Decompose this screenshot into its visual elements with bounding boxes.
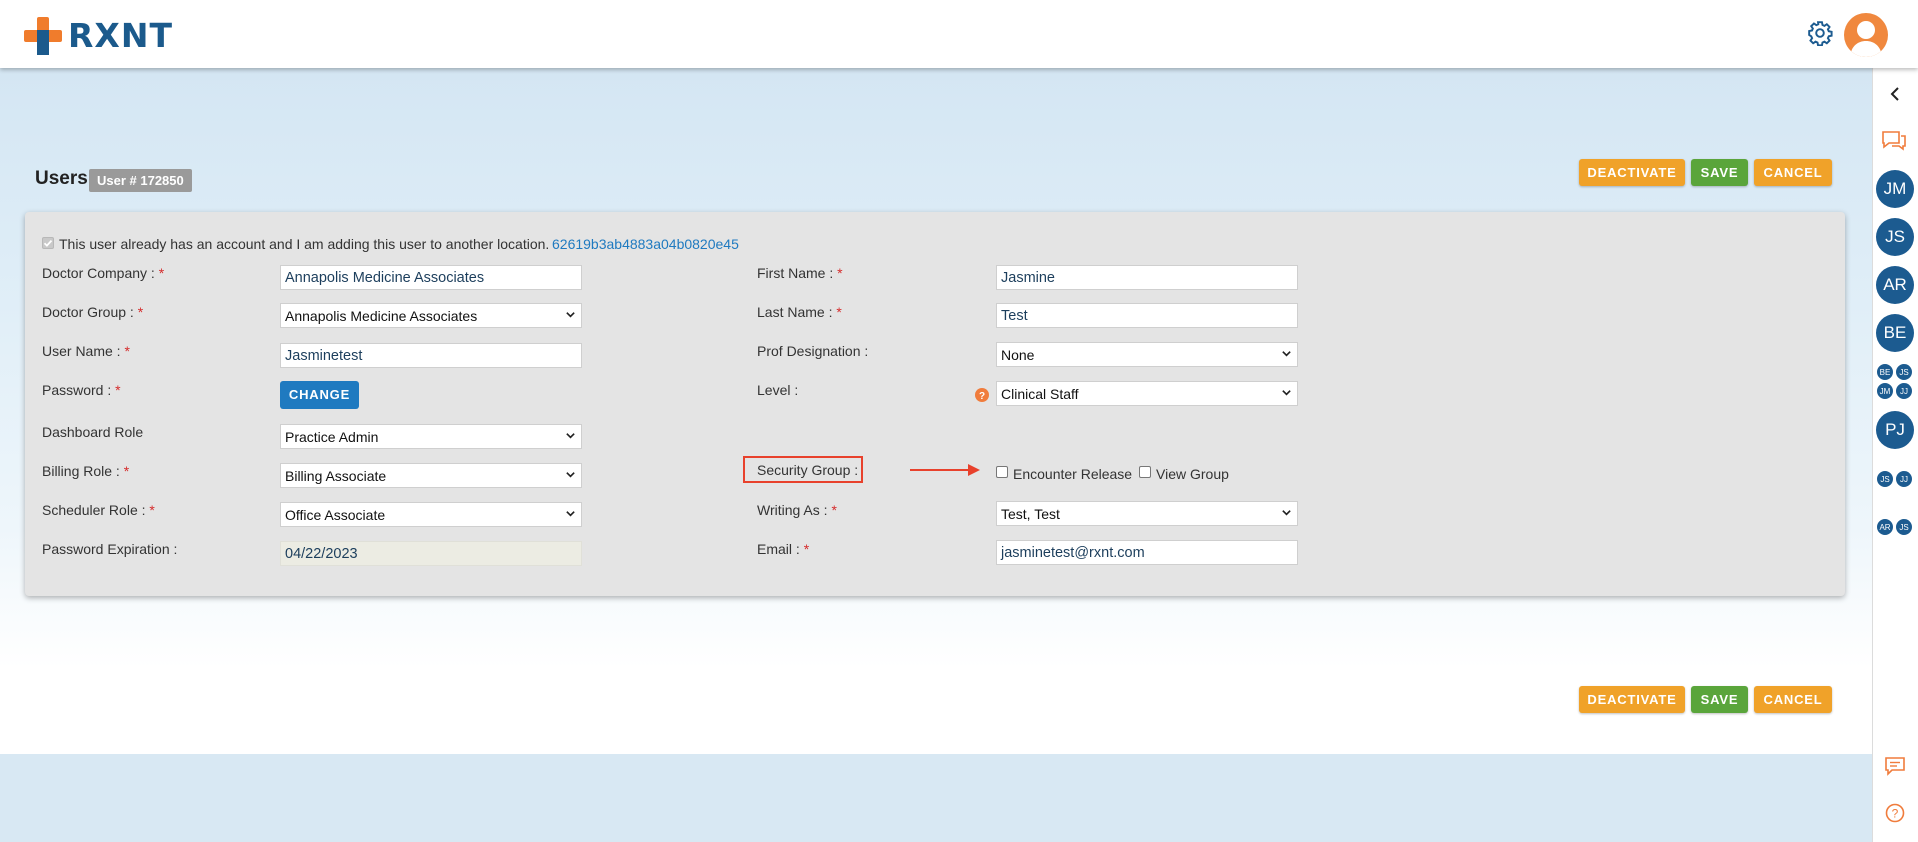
scheduler-role-label: Scheduler Role : * — [42, 502, 155, 518]
last-name-field[interactable]: Test — [996, 303, 1298, 328]
annotation-arrow-icon — [910, 464, 980, 476]
svg-text:?: ? — [1892, 807, 1899, 821]
rxnt-logo[interactable]: RXNT — [24, 16, 173, 55]
deactivate-button-top[interactable]: DEACTIVATE — [1579, 159, 1685, 186]
chevron-down-icon — [1282, 510, 1291, 516]
dashboard-role-label: Dashboard Role — [42, 424, 144, 440]
last-name-label: Last Name : * — [757, 304, 842, 320]
rail-avatar-js[interactable]: JS — [1876, 218, 1914, 256]
group-member-jj: JJ — [1895, 382, 1913, 400]
password-expiration-label: Password Expiration : — [42, 541, 178, 557]
level-label: Level : — [757, 382, 799, 398]
rail-avatar-pj[interactable]: PJ — [1876, 411, 1914, 449]
dashboard-role-value: Practice Admin — [285, 429, 379, 445]
group-member-jm: JM — [1876, 382, 1894, 400]
email-field[interactable]: jasminetest@rxnt.com — [996, 540, 1298, 565]
email-label: Email : * — [757, 541, 810, 557]
footer-area — [0, 754, 1872, 842]
avatar-person-icon — [1850, 21, 1882, 57]
user-number-badge: User # 172850 — [89, 169, 192, 192]
billing-role-value: Billing Associate — [285, 468, 387, 484]
rail-group-avatar-1[interactable]: BE JS JM JJ — [1876, 363, 1914, 401]
view-group-label: View Group — [1156, 466, 1229, 482]
first-name-field[interactable]: Jasmine — [996, 265, 1298, 290]
group-member-jj: JJ — [1895, 470, 1913, 488]
deactivate-button-bottom[interactable]: DEACTIVATE — [1579, 686, 1685, 713]
chevron-down-icon — [1282, 390, 1291, 396]
dashboard-role-select[interactable]: Practice Admin — [280, 424, 582, 449]
group-member-be: BE — [1876, 363, 1894, 381]
doctor-company-field[interactable]: Annapolis Medicine Associates — [280, 265, 582, 290]
writing-as-value: Test, Test — [1001, 506, 1060, 522]
billing-role-label: Billing Role : * — [42, 463, 130, 479]
group-member-js: JS — [1895, 518, 1913, 536]
group-member-js: JS — [1895, 363, 1913, 381]
page-title: Users — [35, 168, 88, 189]
prof-designation-select[interactable]: None — [996, 342, 1298, 367]
help-circle-icon[interactable]: ? — [1885, 803, 1905, 823]
svg-text:?: ? — [979, 391, 985, 402]
chat-bubbles-icon[interactable] — [1881, 130, 1907, 152]
prof-designation-value: None — [1001, 347, 1035, 363]
password-label: Password : * — [42, 382, 121, 398]
chevron-down-icon — [566, 511, 575, 517]
top-header: RXNT — [0, 0, 1918, 68]
chevron-down-icon — [566, 472, 575, 478]
password-expiration-field: 04/22/2023 — [280, 541, 582, 566]
level-value: Clinical Staff — [1001, 386, 1079, 402]
checkmark-icon — [43, 239, 53, 247]
rail-avatar-ar[interactable]: AR — [1876, 266, 1914, 304]
message-icon[interactable] — [1884, 756, 1906, 776]
doctor-group-value: Annapolis Medicine Associates — [285, 308, 478, 324]
logo-cross-icon — [24, 16, 62, 55]
chevron-down-icon — [566, 312, 575, 318]
prof-designation-label: Prof Designation : — [757, 343, 869, 359]
change-password-button[interactable]: CHANGE — [280, 381, 359, 409]
rail-group-avatar-2[interactable]: JS JJ — [1876, 470, 1914, 488]
writing-as-label: Writing As : * — [757, 502, 837, 518]
help-question-icon[interactable]: ? — [975, 388, 989, 402]
chevron-down-icon — [1282, 351, 1291, 357]
user-name-label: User Name : * — [42, 343, 130, 359]
rail-group-avatar-3[interactable]: AR JS — [1876, 518, 1914, 536]
cancel-button-top[interactable]: CANCEL — [1754, 159, 1832, 186]
level-select[interactable]: Clinical Staff — [996, 381, 1298, 406]
doctor-group-select[interactable]: Annapolis Medicine Associates — [280, 303, 582, 328]
existing-account-text: This user already has an account and I a… — [59, 236, 550, 252]
cancel-button-bottom[interactable]: CANCEL — [1754, 686, 1832, 713]
doctor-company-label: Doctor Company : * — [42, 265, 165, 281]
logo-text: RXNT — [68, 16, 173, 55]
group-member-ar: AR — [1876, 518, 1894, 536]
rail-avatar-be[interactable]: BE — [1876, 314, 1914, 352]
user-name-field[interactable]: Jasminetest — [280, 343, 582, 368]
settings-gear-icon[interactable] — [1807, 20, 1833, 46]
encounter-release-checkbox[interactable] — [996, 466, 1008, 478]
user-avatar[interactable] — [1844, 13, 1888, 57]
writing-as-select[interactable]: Test, Test — [996, 501, 1298, 526]
billing-role-select[interactable]: Billing Associate — [280, 463, 582, 488]
existing-account-id-link[interactable]: 62619b3ab4883a04b0820e45 — [552, 236, 739, 252]
scheduler-role-value: Office Associate — [285, 507, 386, 523]
encounter-release-label: Encounter Release — [1013, 466, 1133, 482]
save-button-top[interactable]: SAVE — [1691, 159, 1748, 186]
save-button-bottom[interactable]: SAVE — [1691, 686, 1748, 713]
existing-account-checkbox[interactable] — [42, 237, 54, 249]
first-name-label: First Name : * — [757, 265, 843, 281]
rail-avatar-jm[interactable]: JM — [1876, 170, 1914, 208]
group-member-js: JS — [1876, 470, 1894, 488]
chevron-left-icon[interactable] — [1888, 86, 1902, 102]
chevron-down-icon — [566, 433, 575, 439]
view-group-checkbox[interactable] — [1139, 466, 1151, 478]
scheduler-role-select[interactable]: Office Associate — [280, 502, 582, 527]
security-group-label: Security Group : — [757, 462, 859, 478]
doctor-group-label: Doctor Group : * — [42, 304, 144, 320]
